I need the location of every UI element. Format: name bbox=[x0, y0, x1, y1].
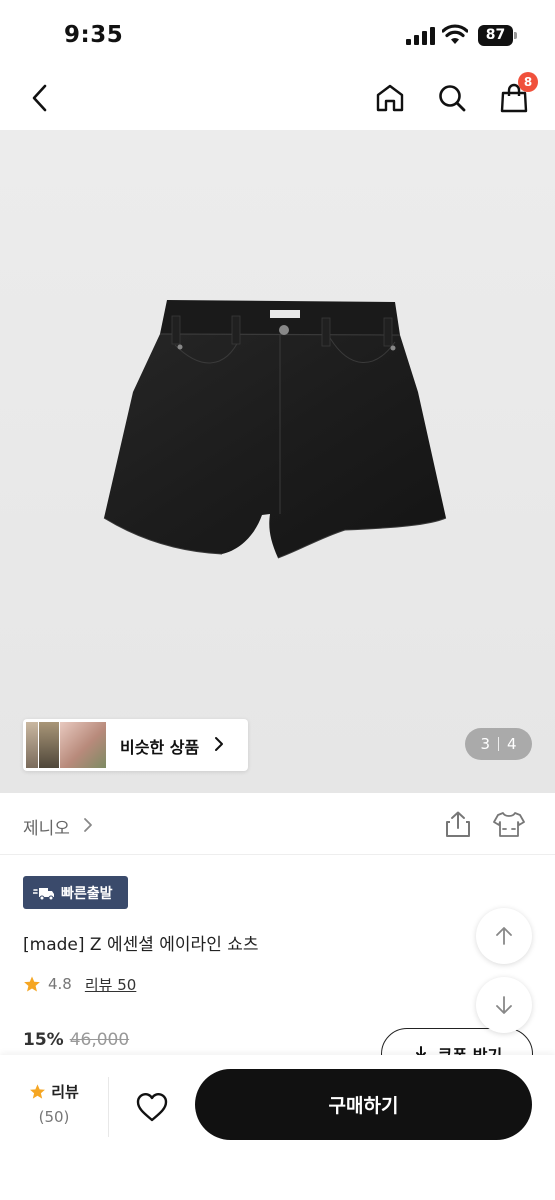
similar-thumbnail bbox=[60, 722, 106, 768]
image-page-counter: 3 4 bbox=[465, 728, 532, 760]
product-image-carousel[interactable]: 비슷한 상품 3 4 bbox=[0, 130, 555, 793]
star-icon bbox=[30, 1084, 46, 1099]
wifi-icon bbox=[442, 24, 468, 44]
arrow-down-icon bbox=[496, 996, 512, 1014]
battery-icon: 87 bbox=[478, 25, 518, 46]
signal-icon bbox=[406, 27, 435, 45]
arrow-up-icon bbox=[496, 927, 512, 945]
heart-icon bbox=[136, 1093, 168, 1122]
brand-row: 제니오 bbox=[0, 793, 555, 855]
current-page: 3 bbox=[480, 735, 490, 753]
chevron-left-icon bbox=[32, 84, 47, 112]
back-button[interactable] bbox=[20, 78, 60, 118]
cart-button[interactable]: 8 bbox=[494, 72, 538, 118]
total-pages: 4 bbox=[507, 735, 517, 753]
similar-thumbnail bbox=[39, 722, 59, 768]
search-button[interactable] bbox=[432, 78, 472, 118]
share-icon[interactable] bbox=[443, 809, 473, 839]
bottom-action-bar: 리뷰 (50) 구매하기 bbox=[0, 1055, 555, 1200]
price-row: 15% 46,000 bbox=[23, 1030, 129, 1050]
rating-row: 4.8 리뷰 50 bbox=[23, 972, 136, 996]
similar-products-button[interactable]: 비슷한 상품 bbox=[23, 719, 248, 771]
similar-products-label: 비슷한 상품 bbox=[120, 738, 200, 757]
discount-rate: 15% bbox=[23, 1030, 64, 1050]
divider bbox=[108, 1077, 109, 1137]
fast-delivery-badge: 빠른출발 bbox=[23, 876, 128, 909]
clothing-fitting-icon[interactable] bbox=[492, 809, 526, 839]
home-button[interactable] bbox=[370, 78, 410, 118]
chevron-right-icon bbox=[84, 818, 92, 832]
star-icon bbox=[24, 976, 40, 992]
status-time: 9:35 bbox=[64, 22, 124, 48]
original-price: 46,000 bbox=[69, 1030, 130, 1050]
cart-count-badge: 8 bbox=[518, 72, 538, 92]
denim-shorts-image bbox=[0, 130, 555, 793]
chevron-right-icon bbox=[215, 737, 223, 751]
delivery-truck-icon bbox=[33, 887, 54, 900]
review-summary-label: 리뷰 bbox=[51, 1083, 79, 1101]
scroll-top-button[interactable] bbox=[476, 908, 532, 964]
fast-delivery-label: 빠른출발 bbox=[61, 885, 113, 902]
home-icon bbox=[376, 84, 404, 112]
brand-name-link[interactable]: 제니오 bbox=[23, 814, 70, 839]
battery-level: 87 bbox=[478, 25, 513, 46]
scroll-bottom-button[interactable] bbox=[476, 977, 532, 1033]
review-count-link[interactable]: 리뷰 50 bbox=[85, 974, 136, 995]
status-bar: 9:35 87 bbox=[0, 0, 555, 70]
product-title: [made] Z 에센셜 에이라인 쇼츠 bbox=[23, 935, 259, 955]
counter-divider bbox=[498, 737, 499, 751]
buy-button[interactable]: 구매하기 bbox=[195, 1069, 532, 1140]
top-nav: 8 bbox=[0, 70, 555, 130]
product-detail-page: 9:35 87 8 비슷한 상품 3 4 제니오 빠른출발 [made] Z 에… bbox=[0, 0, 555, 1200]
review-summary-button[interactable]: 리뷰 (50) bbox=[22, 1081, 86, 1131]
review-summary-count: (50) bbox=[38, 1108, 70, 1126]
similar-thumbnail bbox=[26, 722, 38, 768]
wishlist-button[interactable] bbox=[132, 1087, 172, 1127]
rating-value: 4.8 bbox=[48, 975, 72, 993]
search-icon bbox=[439, 85, 466, 112]
